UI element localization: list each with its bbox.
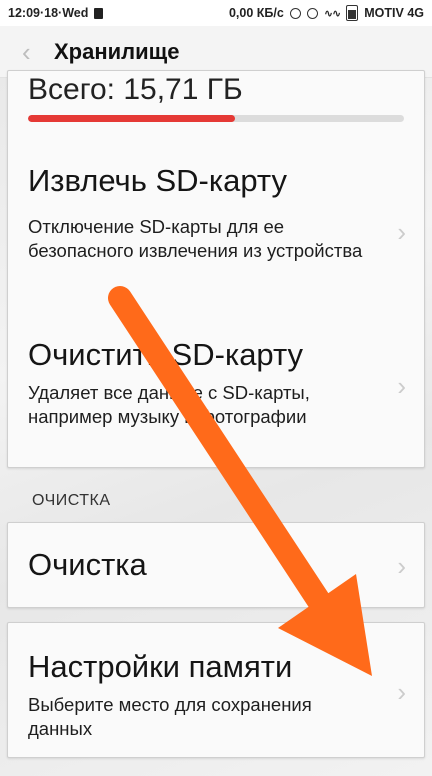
storage-settings-item[interactable]: Настройки памяти Выберите место для сохр…	[7, 622, 425, 758]
chevron-right-icon: ›	[397, 677, 406, 707]
settings-list[interactable]: Всего: 15,71 ГБ Извлечь SD-карту Отключе…	[0, 70, 432, 776]
activity-icon: ∿∿	[323, 7, 341, 20]
eject-sd-item[interactable]: Извлечь SD-карту Отключение SD-карты для…	[8, 161, 424, 296]
section-header-cleanup: ОЧИСТКА	[32, 492, 111, 509]
status-bar: 12:09·18·Wed 0,00 КБ/с ∿∿ MOTIV 4G	[0, 0, 432, 26]
network-speed: 0,00 КБ/с	[228, 6, 284, 20]
back-button[interactable]: ‹	[22, 39, 48, 65]
chevron-right-icon: ›	[397, 551, 406, 581]
eject-sd-desc: Отключение SD-карты для ее безопасного и…	[28, 216, 363, 261]
page-title: Хранилище	[54, 38, 180, 64]
sync-icon	[289, 7, 301, 19]
alarm-icon	[306, 7, 318, 19]
sd-card-icon	[94, 7, 104, 19]
eject-sd-title: Извлечь SD-карту	[28, 163, 287, 198]
status-right: 0,00 КБ/с ∿∿ MOTIV 4G	[229, 5, 424, 21]
chevron-right-icon: ›	[397, 217, 406, 247]
storage-card: Всего: 15,71 ГБ Извлечь SD-карту Отключе…	[7, 70, 425, 468]
storage-total: Всего: 15,71 ГБ	[28, 73, 243, 106]
cleanup-item[interactable]: Очистка ›	[7, 522, 425, 608]
chevron-right-icon: ›	[397, 371, 406, 401]
format-sd-item[interactable]: Очистить SD-карту Удаляет все данные с S…	[8, 337, 424, 457]
battery-icon	[346, 5, 359, 21]
format-sd-desc: Удаляет все данные с SD-карты, например …	[28, 382, 310, 427]
storage-settings-desc: Выберите место для сохранения данных	[28, 694, 312, 739]
carrier-label: MOTIV 4G	[364, 6, 424, 20]
storage-usage-fill	[28, 115, 235, 122]
storage-usage-bar	[28, 115, 404, 122]
format-sd-title: Очистить SD-карту	[28, 337, 304, 372]
storage-settings-title: Настройки памяти	[28, 649, 293, 684]
status-left: 12:09·18·Wed	[8, 6, 104, 20]
status-time: 12:09·18·Wed	[8, 6, 89, 20]
cleanup-title: Очистка	[28, 547, 147, 582]
